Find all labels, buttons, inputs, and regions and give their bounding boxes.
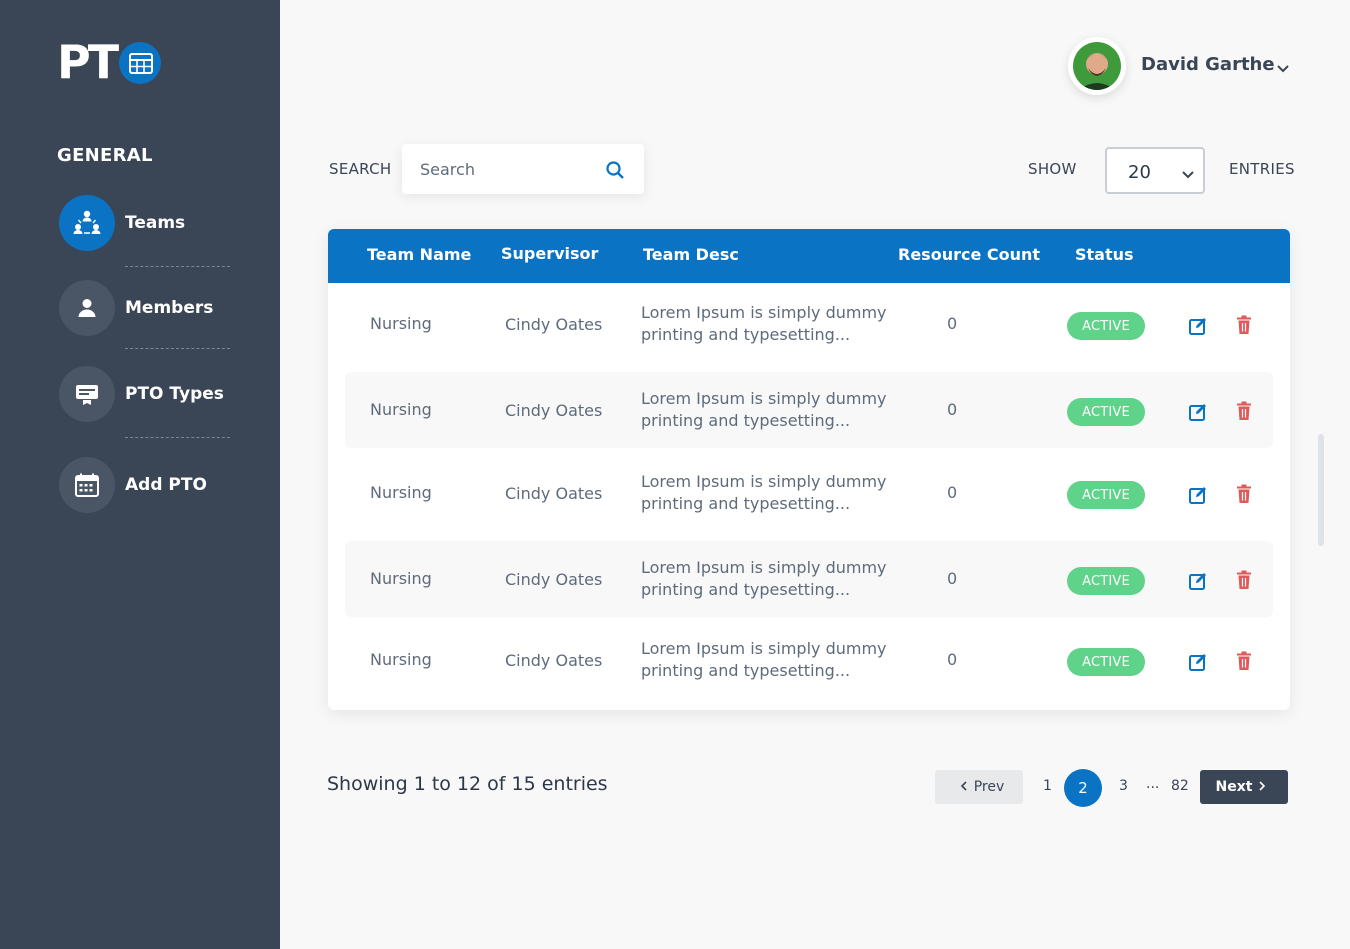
prev-button[interactable]: Prev bbox=[935, 770, 1023, 804]
table-row: Nursing Cindy Oates Lorem Ipsum is simpl… bbox=[345, 286, 1273, 362]
user-avatar[interactable] bbox=[1068, 37, 1126, 95]
avatar-photo bbox=[1073, 42, 1121, 90]
nav-heading-general: GENERAL bbox=[57, 145, 153, 166]
delete-icon[interactable] bbox=[1233, 569, 1255, 591]
teams-icon bbox=[59, 195, 115, 251]
teams-table: Team Name Supervisor Team Desc Resource … bbox=[328, 229, 1290, 710]
team-name-cell: Nursing bbox=[370, 314, 432, 333]
delete-icon[interactable] bbox=[1233, 483, 1255, 505]
table-row: Nursing Cindy Oates Lorem Ipsum is simpl… bbox=[345, 455, 1273, 531]
prev-label: Prev bbox=[973, 779, 1005, 795]
supervisor-cell: Cindy Oates bbox=[505, 570, 603, 589]
page-link-2-current[interactable]: 2 bbox=[1064, 769, 1102, 807]
column-header-resource-count[interactable]: Resource Count bbox=[898, 245, 1040, 264]
team-name-cell: Nursing bbox=[370, 650, 432, 669]
next-label: Next bbox=[1215, 779, 1253, 795]
supervisor-cell: Cindy Oates bbox=[505, 484, 603, 503]
search-label: SEARCH bbox=[329, 160, 392, 178]
edit-icon[interactable] bbox=[1187, 651, 1209, 673]
team-desc-cell: Lorem Ipsum is simply dummy printing and… bbox=[641, 389, 887, 430]
page-link-3[interactable]: 3 bbox=[1119, 778, 1128, 794]
scrollbar-thumb[interactable] bbox=[1318, 434, 1324, 546]
show-label: SHOW bbox=[1028, 160, 1077, 178]
resource-count-cell: 0 bbox=[947, 569, 958, 588]
logo-text: PT bbox=[57, 35, 119, 89]
sidebar-item-members[interactable]: Members bbox=[59, 280, 213, 336]
nav-divider bbox=[125, 266, 230, 267]
column-header-supervisor[interactable]: Supervisor bbox=[501, 244, 598, 263]
calendar-icon bbox=[59, 457, 115, 513]
chevron-down-icon[interactable] bbox=[1276, 59, 1290, 78]
sidebar: PT GENERAL Teams Members PTO Types Add P… bbox=[0, 0, 280, 949]
team-desc-cell: Lorem Ipsum is simply dummy printing and… bbox=[641, 558, 887, 599]
page-link-1[interactable]: 1 bbox=[1043, 778, 1052, 794]
logo-calendar-icon bbox=[119, 42, 161, 84]
status-badge: ACTIVE bbox=[1067, 567, 1145, 595]
search-input[interactable] bbox=[420, 144, 600, 194]
sidebar-item-label: Teams bbox=[125, 213, 186, 233]
resource-count-cell: 0 bbox=[947, 483, 958, 502]
sidebar-item-label: Members bbox=[125, 298, 214, 318]
table-row: Nursing Cindy Oates Lorem Ipsum is simpl… bbox=[345, 541, 1273, 617]
user-name[interactable]: David Garthe bbox=[1141, 54, 1275, 75]
sidebar-item-label: Add PTO bbox=[125, 475, 207, 495]
team-name-cell: Nursing bbox=[370, 569, 432, 588]
status-badge: ACTIVE bbox=[1067, 398, 1145, 426]
edit-icon[interactable] bbox=[1187, 570, 1209, 592]
search-icon[interactable] bbox=[605, 160, 625, 184]
nav-divider bbox=[125, 348, 230, 349]
team-name-cell: Nursing bbox=[370, 483, 432, 502]
pto-logo[interactable]: PT bbox=[57, 39, 167, 85]
status-badge: ACTIVE bbox=[1067, 481, 1145, 509]
card-icon bbox=[59, 366, 115, 422]
table-header: Team Name Supervisor Team Desc Resource … bbox=[328, 229, 1290, 283]
supervisor-cell: Cindy Oates bbox=[505, 315, 603, 334]
entries-value: 20 bbox=[1128, 162, 1151, 183]
showing-entries-text: Showing 1 to 12 of 15 entries bbox=[327, 773, 608, 795]
team-desc-cell: Lorem Ipsum is simply dummy printing and… bbox=[641, 303, 887, 344]
team-desc-cell: Lorem Ipsum is simply dummy printing and… bbox=[641, 472, 887, 513]
chevron-left-icon bbox=[960, 779, 968, 795]
supervisor-cell: Cindy Oates bbox=[505, 651, 603, 670]
page-ellipsis: ... bbox=[1146, 776, 1160, 792]
edit-icon[interactable] bbox=[1187, 315, 1209, 337]
resource-count-cell: 0 bbox=[947, 650, 958, 669]
resource-count-cell: 0 bbox=[947, 400, 958, 419]
table-row: Nursing Cindy Oates Lorem Ipsum is simpl… bbox=[345, 372, 1273, 448]
sidebar-item-pto-types[interactable]: PTO Types bbox=[59, 366, 224, 422]
next-button[interactable]: Next bbox=[1200, 770, 1288, 804]
page-link-82[interactable]: 82 bbox=[1171, 778, 1189, 794]
edit-icon[interactable] bbox=[1187, 401, 1209, 423]
status-badge: ACTIVE bbox=[1067, 312, 1145, 340]
table-row: Nursing Cindy Oates Lorem Ipsum is simpl… bbox=[345, 622, 1273, 698]
sidebar-item-teams[interactable]: Teams bbox=[59, 195, 185, 251]
entries-label: ENTRIES bbox=[1229, 160, 1295, 178]
delete-icon[interactable] bbox=[1233, 400, 1255, 422]
sidebar-item-label: PTO Types bbox=[125, 384, 224, 404]
person-icon bbox=[59, 280, 115, 336]
supervisor-cell: Cindy Oates bbox=[505, 401, 603, 420]
nav-divider bbox=[125, 437, 230, 438]
column-header-team-name[interactable]: Team Name bbox=[367, 245, 471, 264]
column-header-status[interactable]: Status bbox=[1075, 245, 1134, 264]
chevron-right-icon bbox=[1258, 779, 1266, 795]
chevron-down-icon bbox=[1181, 165, 1195, 184]
resource-count-cell: 0 bbox=[947, 314, 958, 333]
delete-icon[interactable] bbox=[1233, 650, 1255, 672]
delete-icon[interactable] bbox=[1233, 314, 1255, 336]
team-name-cell: Nursing bbox=[370, 400, 432, 419]
team-desc-cell: Lorem Ipsum is simply dummy printing and… bbox=[641, 639, 887, 680]
edit-icon[interactable] bbox=[1187, 484, 1209, 506]
entries-select[interactable]: 20 bbox=[1105, 147, 1205, 194]
status-badge: ACTIVE bbox=[1067, 648, 1145, 676]
column-header-team-desc[interactable]: Team Desc bbox=[643, 245, 739, 264]
sidebar-item-add-pto[interactable]: Add PTO bbox=[59, 457, 207, 513]
